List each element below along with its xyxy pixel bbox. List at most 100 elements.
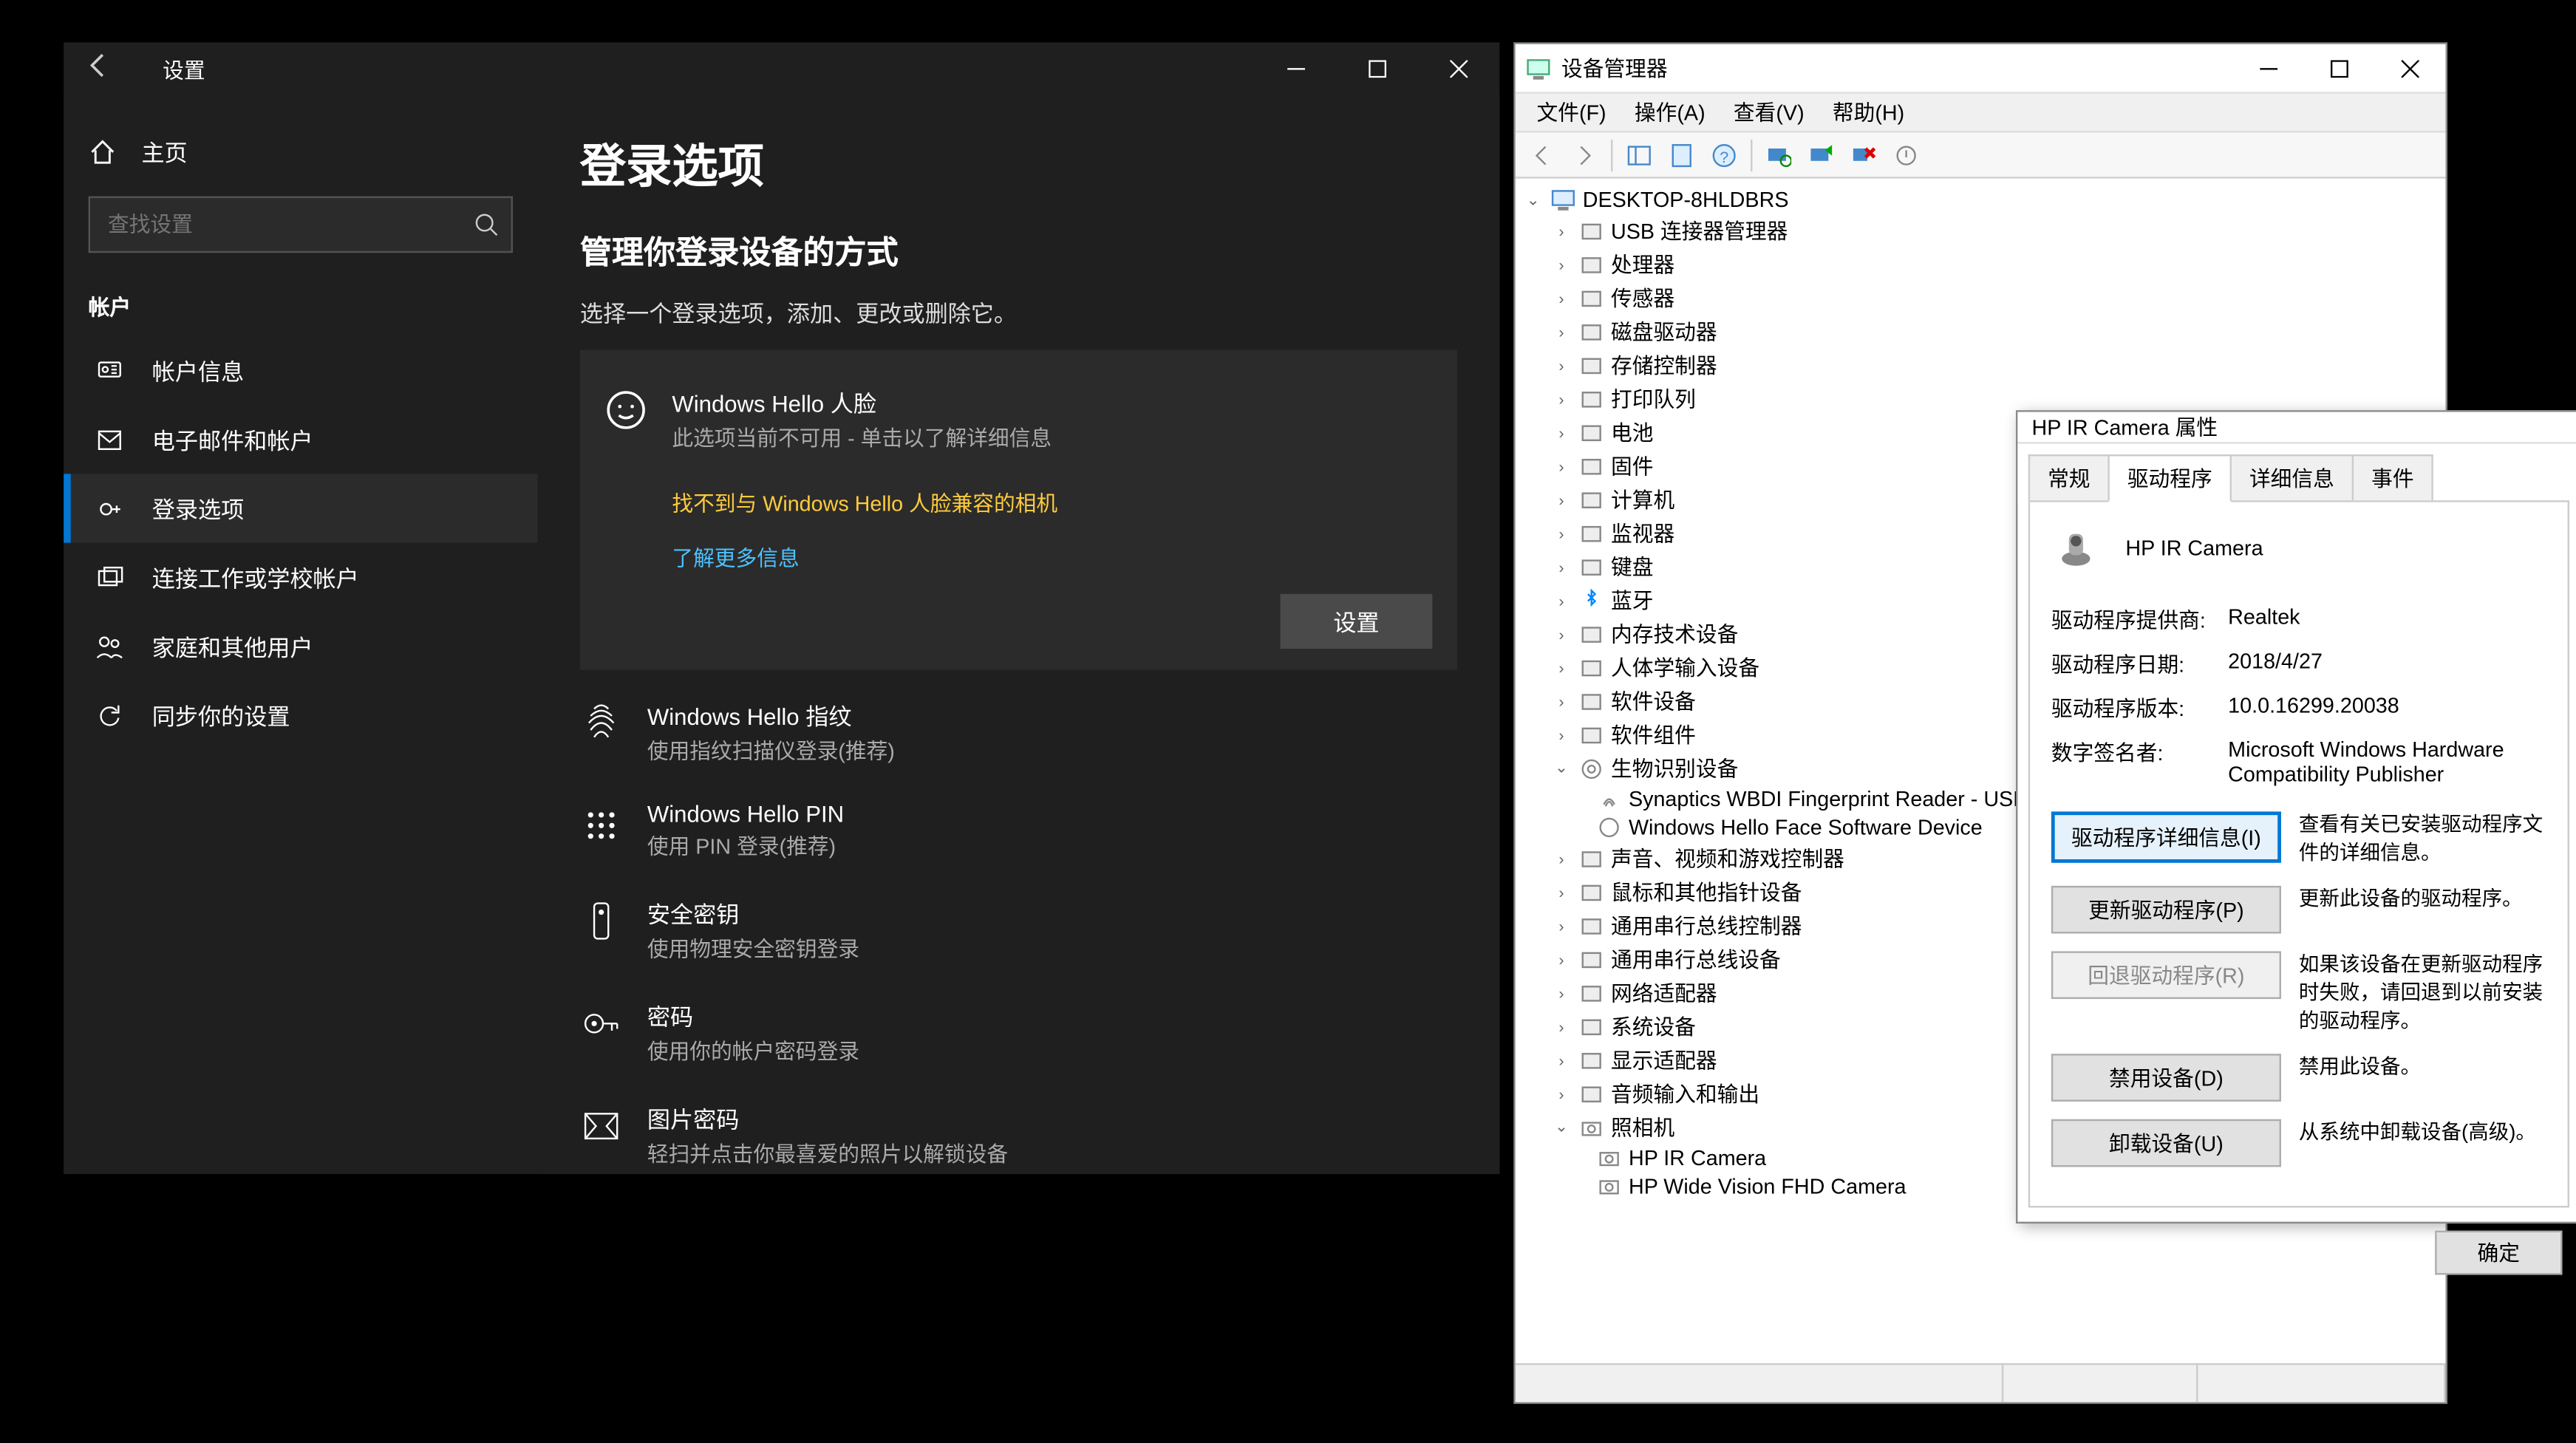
nav-label: 登录选项 <box>152 491 244 525</box>
expand-icon[interactable]: › <box>1551 422 1572 443</box>
nav-item-3[interactable]: 连接工作或学校帐户 <box>64 543 537 612</box>
menu-view[interactable]: 查看(V) <box>1723 94 1815 131</box>
devmgr-statusbar <box>1516 1363 2446 1402</box>
expand-icon[interactable]: › <box>1551 522 1572 544</box>
devmgr-maximize-button[interactable] <box>2304 44 2375 93</box>
signin-option-4[interactable]: 图片密码轻扫并点击你最喜爱的照片以解锁设备 <box>580 1084 1457 1174</box>
nav-item-0[interactable]: 帐户信息 <box>64 336 537 405</box>
face-title: Windows Hello 人脸 <box>672 386 1052 419</box>
properties-dialog: HP IR Camera 属性 常规 驱动程序 详细信息 事件 HP IR Ca… <box>2016 410 2576 1224</box>
option-sub: 使用指纹扫描仪登录(推荐) <box>647 735 895 765</box>
expand-icon[interactable]: › <box>1551 355 1572 376</box>
back-button[interactable] <box>85 51 120 86</box>
settings-window: 设置 主页 帐户 帐户信息电子邮件和帐户登录选项连接工作或学校帐户家庭和其他用户… <box>64 42 1499 1174</box>
expand-icon[interactable]: › <box>1551 287 1572 309</box>
hello-face-card[interactable]: Windows Hello 人脸 此选项当前不可用 - 单击以了解详细信息 找不… <box>580 350 1457 670</box>
tab-events[interactable]: 事件 <box>2352 454 2433 502</box>
expand-icon[interactable]: › <box>1551 724 1572 746</box>
device-icon <box>1579 980 1604 1006</box>
collapse-icon[interactable]: ⌄ <box>1551 1116 1572 1138</box>
maximize-button[interactable] <box>1337 42 1418 95</box>
expand-icon[interactable]: › <box>1551 915 1572 936</box>
nav-item-1[interactable]: 电子邮件和帐户 <box>64 405 537 474</box>
signin-option-2[interactable]: 安全密钥使用物理安全密钥登录 <box>580 879 1457 981</box>
tb-uninstall[interactable] <box>1844 135 1884 174</box>
nav-icon <box>95 426 123 454</box>
expand-icon[interactable]: › <box>1551 1049 1572 1071</box>
nav-item-4[interactable]: 家庭和其他用户 <box>64 612 537 680</box>
tree-item[interactable]: ›处理器 <box>1519 248 2442 281</box>
tb-back[interactable] <box>1522 135 1561 174</box>
menu-action[interactable]: 操作(A) <box>1624 94 1716 131</box>
expand-icon[interactable]: › <box>1551 556 1572 578</box>
learn-more-link[interactable]: 了解更多信息 <box>672 543 1432 573</box>
tb-disable[interactable] <box>1887 135 1926 174</box>
device-icon <box>1579 1081 1604 1106</box>
tree-label: 监视器 <box>1611 518 1674 548</box>
setup-button[interactable]: 设置 <box>1280 594 1432 649</box>
driver-details-button[interactable]: 驱动程序详细信息(I) <box>2051 811 2281 862</box>
expand-icon[interactable]: › <box>1551 881 1572 903</box>
signin-option-3[interactable]: 密码使用你的帐户密码登录 <box>580 981 1457 1084</box>
tree-label: 软件设备 <box>1611 686 1696 716</box>
rollback-driver-button: 回退驱动程序(R) <box>2051 952 2281 1000</box>
expand-icon[interactable]: › <box>1551 388 1572 409</box>
tb-help[interactable]: ? <box>1705 135 1744 174</box>
close-button[interactable] <box>1418 42 1499 95</box>
nav-icon <box>95 632 123 660</box>
nav-label: 同步你的设置 <box>152 698 290 731</box>
nav-item-2[interactable]: 登录选项 <box>64 474 537 542</box>
tab-details[interactable]: 详细信息 <box>2230 454 2354 502</box>
device-icon <box>1579 487 1604 512</box>
option-title: Windows Hello 指纹 <box>647 698 895 731</box>
tb-show-hide[interactable] <box>1620 135 1659 174</box>
search-input[interactable] <box>89 197 513 253</box>
minimize-button[interactable] <box>1255 42 1337 95</box>
expand-icon[interactable]: › <box>1551 624 1572 645</box>
expand-icon[interactable]: › <box>1551 982 1572 1003</box>
expand-icon[interactable]: › <box>1551 455 1572 477</box>
tb-scan[interactable] <box>1759 135 1799 174</box>
device-icon <box>1579 521 1604 546</box>
nav-icon <box>95 563 123 591</box>
tb-forward[interactable] <box>1565 135 1604 174</box>
tb-update[interactable] <box>1802 135 1841 174</box>
menu-help[interactable]: 帮助(H) <box>1822 94 1915 131</box>
expand-icon[interactable]: › <box>1551 949 1572 970</box>
devmgr-close-button[interactable] <box>2375 44 2446 93</box>
expand-icon[interactable]: › <box>1551 590 1572 611</box>
expand-icon[interactable]: › <box>1551 489 1572 511</box>
tree-root[interactable]: ⌄ DESKTOP-8HLDBRS <box>1519 185 2442 214</box>
expand-icon[interactable]: › <box>1551 220 1572 242</box>
expand-icon[interactable]: › <box>1551 1083 1572 1105</box>
expand-icon[interactable]: › <box>1551 321 1572 342</box>
expand-icon[interactable]: › <box>1551 657 1572 678</box>
expand-icon[interactable]: › <box>1551 253 1572 275</box>
tree-label: 显示适配器 <box>1611 1045 1717 1075</box>
expand-icon[interactable]: › <box>1551 1016 1572 1037</box>
ok-button[interactable]: 确定 <box>2435 1232 2562 1276</box>
tree-item[interactable]: ›传感器 <box>1519 281 2442 314</box>
expand-icon[interactable]: › <box>1551 690 1572 712</box>
home-nav[interactable]: 主页 <box>64 120 537 182</box>
signin-option-0[interactable]: Windows Hello 指纹使用指纹扫描仪登录(推荐) <box>580 680 1457 783</box>
settings-sidebar: 主页 帐户 帐户信息电子邮件和帐户登录选项连接工作或学校帐户家庭和其他用户同步你… <box>64 95 537 1174</box>
menu-file[interactable]: 文件(F) <box>1526 94 1617 131</box>
disable-device-button[interactable]: 禁用设备(D) <box>2051 1054 2281 1102</box>
uninstall-device-button[interactable]: 卸载设备(U) <box>2051 1120 2281 1168</box>
collapse-icon[interactable]: ⌄ <box>1522 189 1544 211</box>
signer-value: Microsoft Windows Hardware Compatibility… <box>2228 737 2546 787</box>
tb-properties[interactable] <box>1662 135 1701 174</box>
expand-icon[interactable]: › <box>1551 847 1572 869</box>
tree-item[interactable]: ›存储控制器 <box>1519 348 2442 381</box>
signin-option-1[interactable]: Windows Hello PIN使用 PIN 登录(推荐) <box>580 783 1457 879</box>
nav-item-5[interactable]: 同步你的设置 <box>64 680 537 749</box>
devmgr-minimize-button[interactable] <box>2233 44 2304 93</box>
device-icon <box>1579 352 1604 378</box>
tab-driver[interactable]: 驱动程序 <box>2108 454 2232 502</box>
update-driver-button[interactable]: 更新驱动程序(P) <box>2051 886 2281 934</box>
tab-general[interactable]: 常规 <box>2028 454 2110 502</box>
tree-item[interactable]: ›磁盘驱动器 <box>1519 315 2442 348</box>
collapse-icon[interactable]: ⌄ <box>1551 757 1572 779</box>
tree-item[interactable]: ›USB 连接器管理器 <box>1519 214 2442 248</box>
